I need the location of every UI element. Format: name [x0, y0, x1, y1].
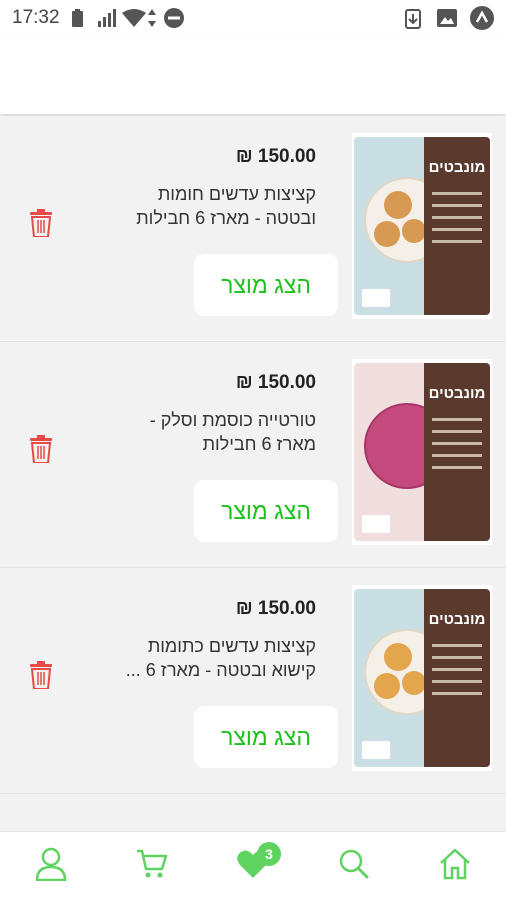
- product-card: מונבטים ₪ 150.00 טורטייה כוסמת וסלק - מא…: [0, 342, 506, 568]
- show-product-button[interactable]: הצג מוצר: [194, 706, 338, 768]
- app-logo-icon: [470, 6, 494, 35]
- nav-search-button[interactable]: [324, 836, 384, 896]
- signal-icon: [98, 9, 118, 32]
- package-brand: מונבטים: [428, 611, 486, 628]
- show-product-button[interactable]: הצג מוצר: [194, 480, 338, 542]
- product-image[interactable]: מונבטים: [352, 359, 492, 545]
- delete-button[interactable]: [26, 434, 56, 468]
- product-name: קציצות עדשים כתומות קישוא ובטטה - מארז 6…: [125, 636, 316, 680]
- image-icon: [437, 9, 457, 32]
- delete-button[interactable]: [26, 208, 56, 242]
- app-header: [0, 36, 506, 114]
- profile-icon: [35, 847, 67, 886]
- favorites-count-badge: 3: [256, 842, 281, 866]
- search-icon: [339, 849, 369, 884]
- do-not-disturb-icon: [164, 8, 184, 33]
- nav-cart-button[interactable]: [122, 836, 182, 896]
- status-bar: 17:32: [0, 0, 506, 36]
- product-price: ₪ 150.00: [235, 372, 316, 393]
- nav-favorites-button[interactable]: 3: [223, 836, 283, 896]
- delete-button[interactable]: [26, 660, 56, 694]
- data-arrows-icon: [148, 9, 156, 32]
- nav-home-button[interactable]: [425, 836, 485, 896]
- trash-icon: [30, 208, 52, 242]
- show-product-button[interactable]: הצג מוצר: [194, 254, 338, 316]
- product-card: מונבטים ₪ 150.00 קציצות עדשים חומות ובטט…: [0, 116, 506, 342]
- bottom-nav: 3: [0, 831, 506, 900]
- package-brand: מונבטים: [428, 159, 486, 176]
- product-image[interactable]: מונבטים: [352, 133, 492, 319]
- battery-icon: [72, 9, 83, 32]
- trash-icon: [30, 660, 52, 694]
- product-package: מונבטים: [354, 589, 490, 767]
- product-package: מונבטים: [354, 363, 490, 541]
- home-icon: [439, 848, 471, 885]
- product-list: מונבטים ₪ 150.00 קציצות עדשים חומות ובטט…: [0, 116, 506, 794]
- product-name: קציצות עדשים חומות ובטטה - מארז 6 חבילות: [136, 184, 316, 228]
- package-brand: מונבטים: [428, 385, 486, 402]
- product-package: מונבטים: [354, 137, 490, 315]
- trash-icon: [30, 434, 52, 468]
- nav-profile-button[interactable]: [21, 836, 81, 896]
- status-time: 17:32: [12, 7, 60, 28]
- product-image[interactable]: מונבטים: [352, 585, 492, 771]
- product-price: ₪ 150.00: [235, 146, 316, 167]
- wifi-icon: [122, 9, 146, 32]
- product-card: מונבטים ₪ 150.00 קציצות עדשים כתומות קיש…: [0, 568, 506, 794]
- download-icon: [405, 9, 421, 34]
- product-price: ₪ 150.00: [235, 598, 316, 619]
- cart-icon: [136, 849, 168, 884]
- product-name: טורטייה כוסמת וסלק - מארז 6 חבילות: [149, 410, 316, 454]
